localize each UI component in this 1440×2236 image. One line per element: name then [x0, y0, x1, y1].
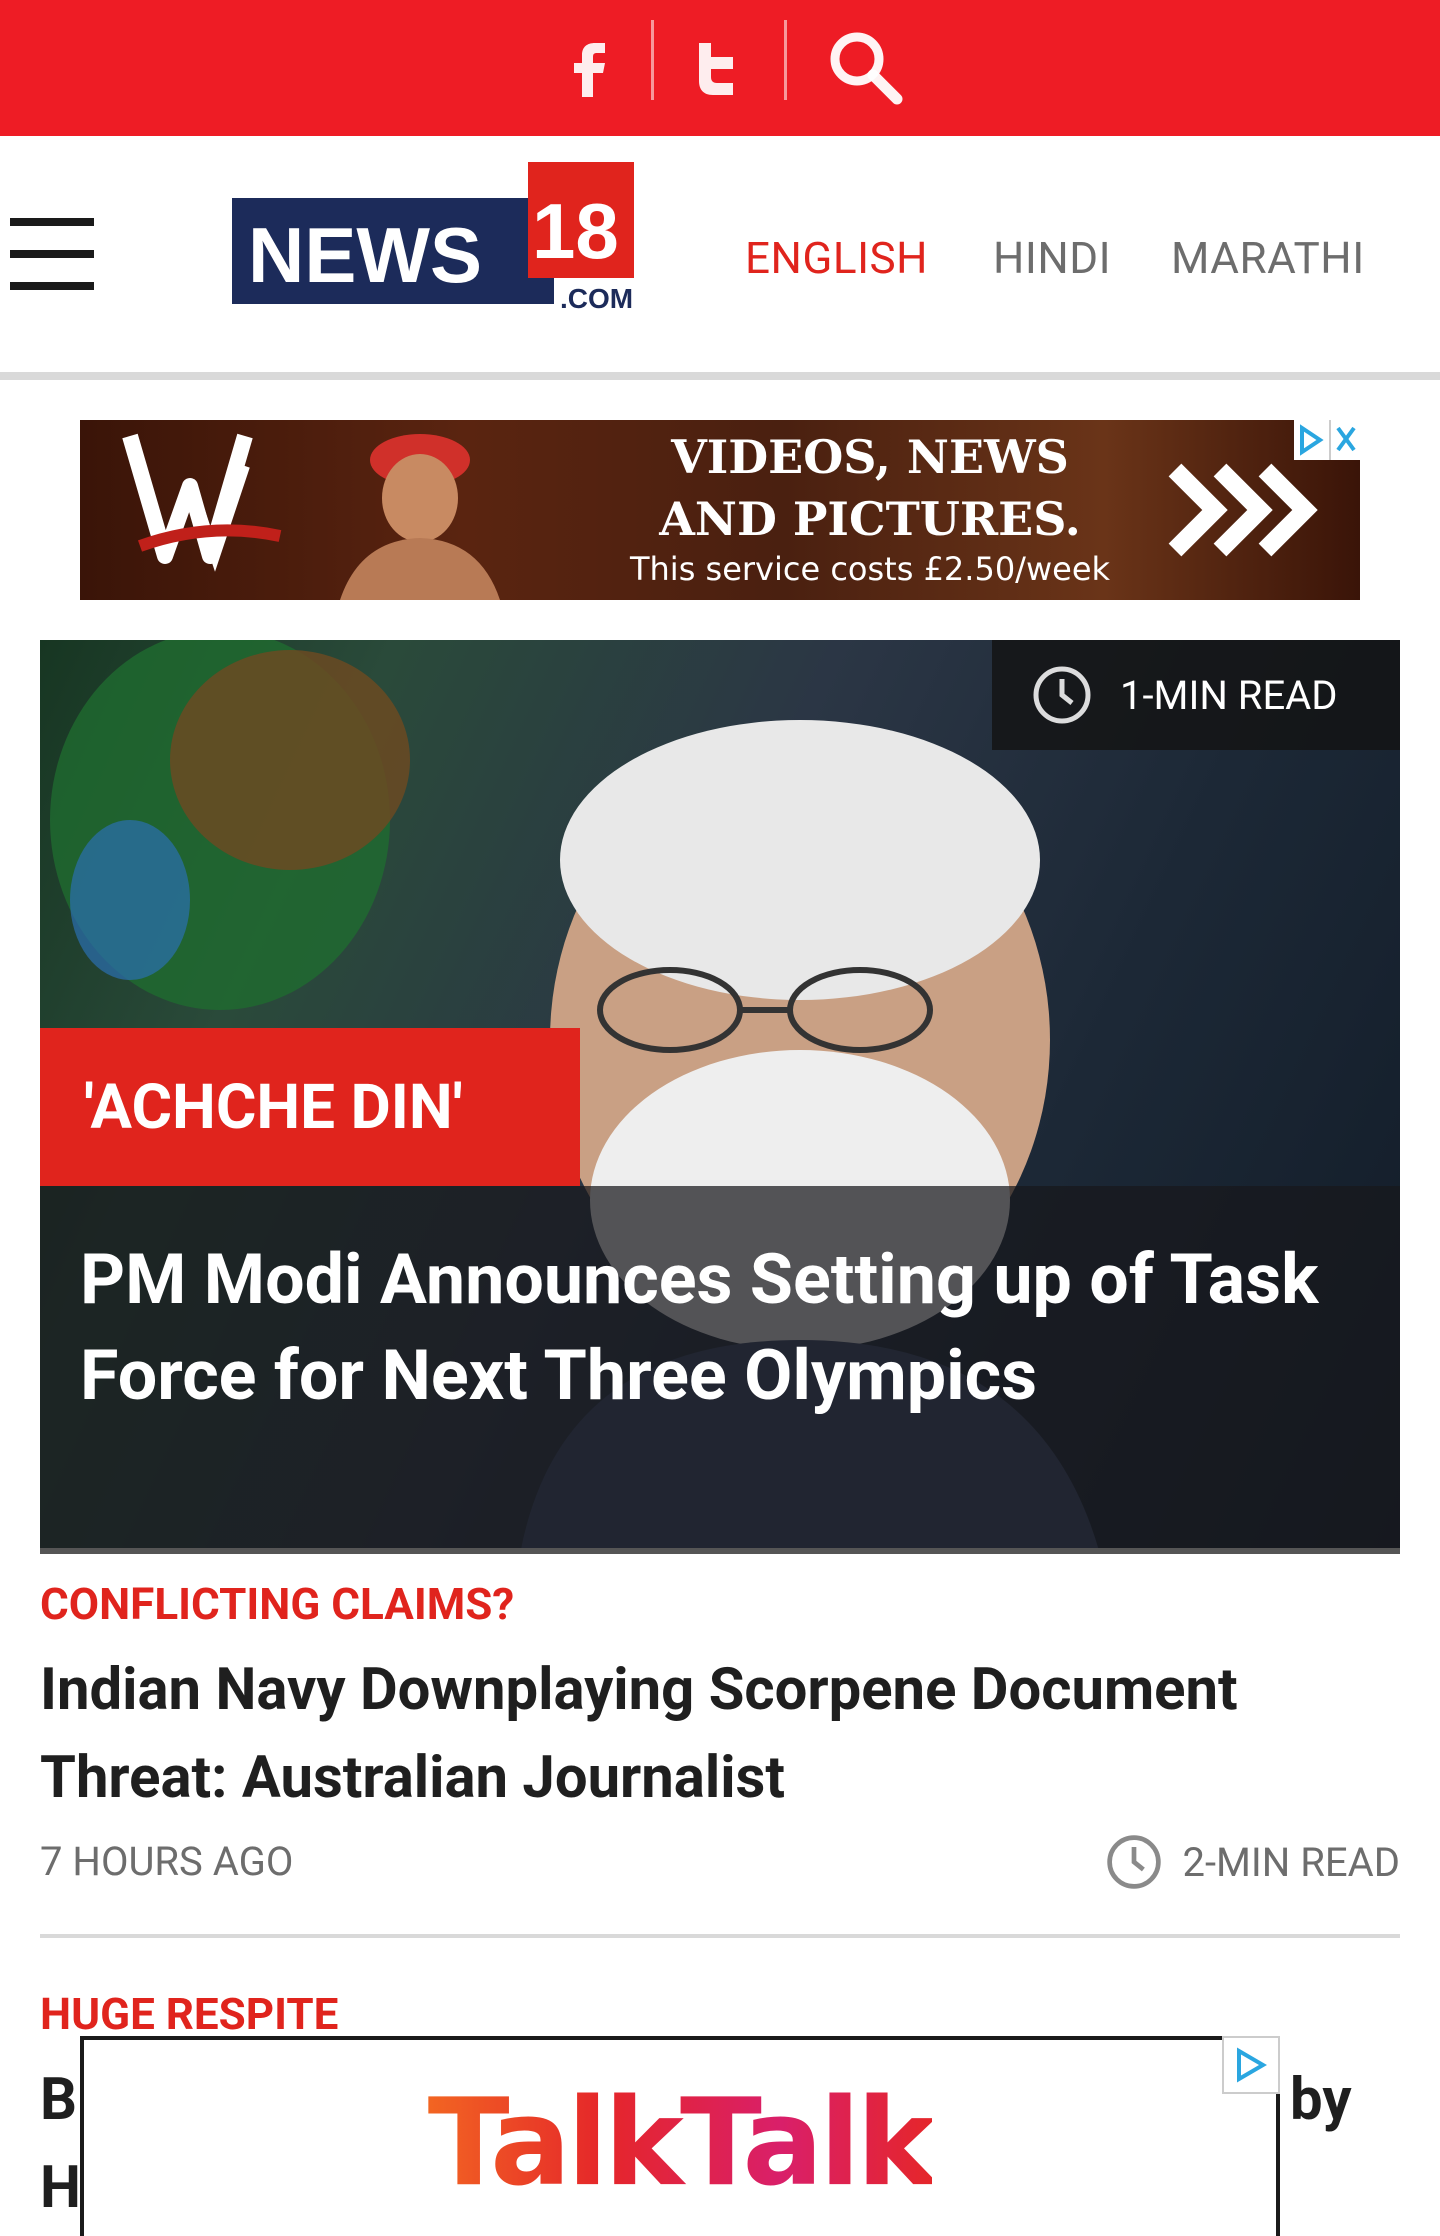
menu-icon[interactable]	[10, 218, 94, 290]
news18-logo[interactable]: NEWS 18 .COM	[232, 162, 634, 314]
clock-icon	[1033, 666, 1091, 724]
article-headline-fragment[interactable]: H	[40, 2154, 81, 2222]
ad-choices-icon[interactable]	[1222, 2036, 1280, 2094]
header-divider	[0, 372, 1440, 380]
hero-headline[interactable]: PM Modi Announces Setting up of Task For…	[80, 1232, 1370, 1424]
twitter-icon[interactable]	[672, 22, 762, 112]
read-time-text: 2-MIN READ	[1182, 1838, 1400, 1886]
read-time-text: 1-MIN READ	[1120, 671, 1338, 719]
logo-text: NEWS	[248, 211, 482, 299]
wwe-logo	[122, 433, 282, 572]
article-kicker: HUGE RESPITE	[40, 1988, 339, 2040]
bottom-ad[interactable]: TalkTalk	[80, 2036, 1280, 2236]
read-time-badge: 1-MIN READ	[992, 640, 1400, 750]
article-timestamp: 7 HOURS AGO	[40, 1838, 294, 1885]
lang-marathi-link[interactable]: MARATHI	[1171, 232, 1365, 284]
social-top-bar	[0, 0, 1440, 136]
ad-headline-1: VIDEOS, NEWS	[671, 430, 1069, 484]
clock-icon	[1107, 1835, 1162, 1889]
article-read-time: 2-MIN READ	[1104, 1832, 1400, 1892]
banner-ad[interactable]: VIDEOS, NEWS AND PICTURES. This service …	[80, 420, 1360, 600]
lang-hindi-link[interactable]: HINDI	[993, 232, 1111, 284]
logo-number: 18	[532, 187, 619, 275]
chevrons-icon	[1168, 463, 1318, 557]
hero-kicker: 'ACHCHE DIN'	[40, 1028, 580, 1186]
logo-domain: .COM	[560, 283, 633, 312]
hero-divider	[40, 1548, 1400, 1554]
hero-caption: PM Modi Announces Setting up of Task For…	[40, 1186, 1400, 1548]
article-divider	[40, 1934, 1400, 1938]
ad-choices-close[interactable]	[1294, 420, 1360, 460]
article-headline[interactable]: Indian Navy Downplaying Scorpene Documen…	[40, 1646, 1400, 1822]
hero-story[interactable]: 1-MIN READ 'ACHCHE DIN' PM Modi Announce…	[40, 640, 1400, 1554]
wrestler-image	[340, 434, 500, 600]
lang-english-link[interactable]: ENGLISH	[745, 232, 928, 284]
article-headline-fragment[interactable]: B	[40, 2066, 77, 2134]
article-headline-fragment[interactable]: by	[1290, 2066, 1352, 2134]
site-header: NEWS 18 .COM ENGLISH HINDI MARATHI	[0, 136, 1440, 372]
ad-headline-2: AND PICTURES.	[659, 492, 1081, 546]
ad-brand-logo: TalkTalk	[427, 2073, 937, 2213]
search-icon[interactable]	[820, 22, 910, 112]
divider	[784, 20, 787, 100]
facebook-icon[interactable]	[545, 22, 635, 112]
article-kicker: CONFLICTING CLAIMS?	[40, 1578, 515, 1630]
divider	[651, 20, 654, 100]
ad-disclaimer: This service costs £2.50/week	[629, 550, 1111, 588]
